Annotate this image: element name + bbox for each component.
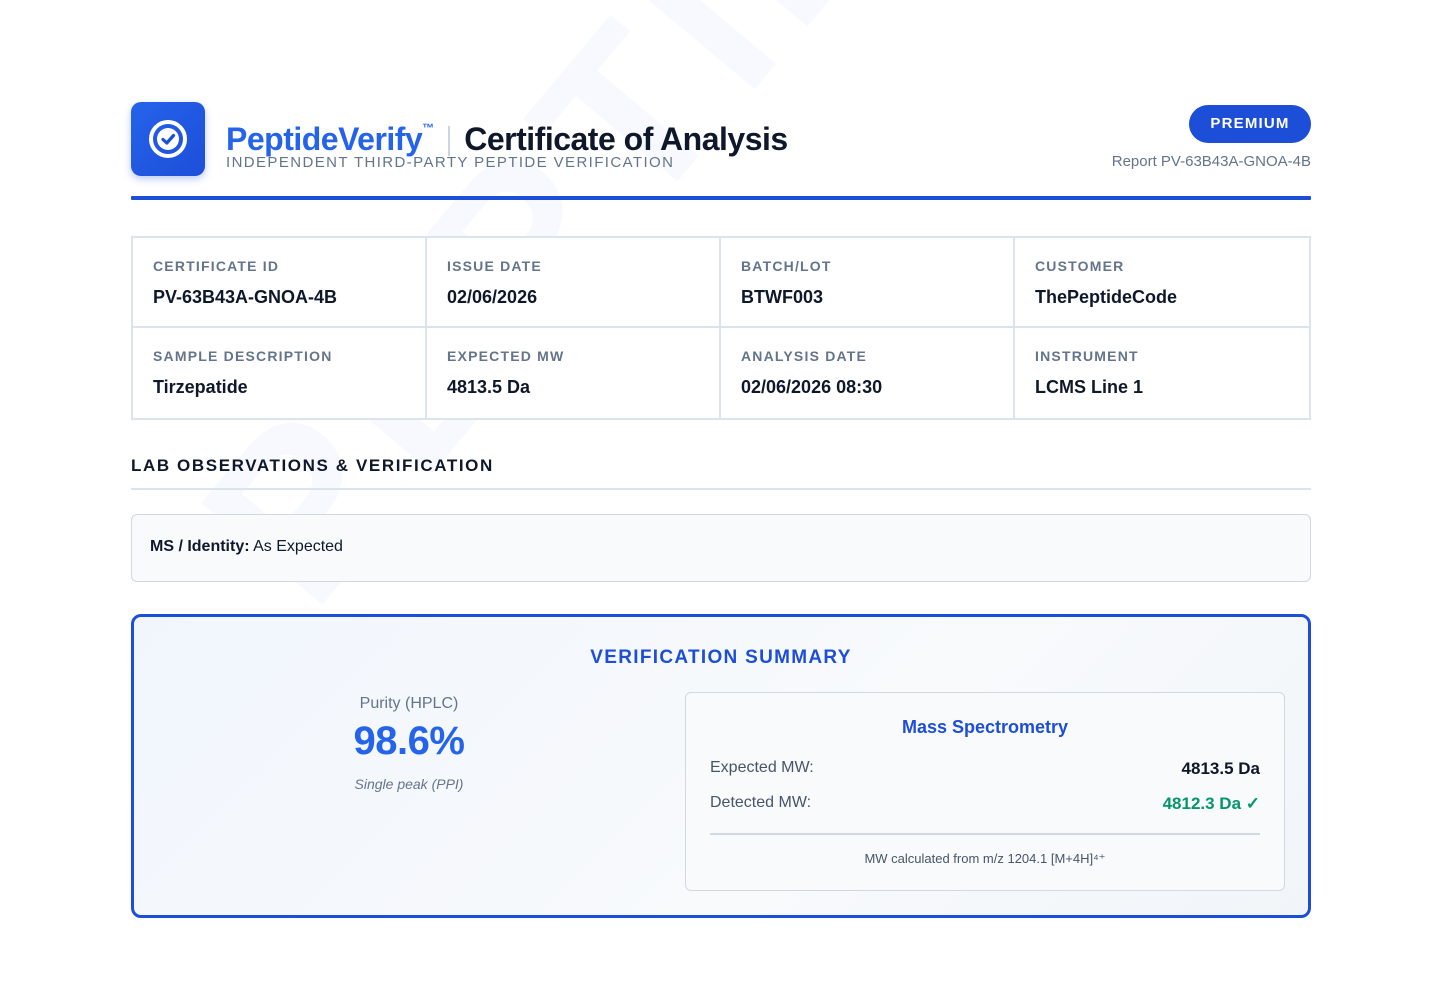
detected-mw-label: Detected MW:: [710, 794, 812, 811]
purity-label: Purity (HPLC): [359, 695, 459, 712]
expected-mw-label: Expected MW:: [710, 759, 814, 776]
report-id: Report PV-63B43A-GNOA-4B: [1111, 153, 1311, 170]
summary-title: VERIFICATION SUMMARY: [590, 647, 852, 668]
tagline: INDEPENDENT THIRD-PARTY PEPTIDE VERIFICA…: [226, 154, 675, 171]
brand-line: PeptideVerify™ Certificate of Analysis: [226, 108, 788, 157]
info-cell-customer: CUSTOMER ThePeptideCode: [1015, 238, 1309, 328]
section-divider: [131, 488, 1311, 490]
info-cell-instrument: INSTRUMENT LCMS Line 1: [1015, 328, 1309, 418]
info-value: LCMS Line 1: [1035, 377, 1144, 397]
info-value: Tirzepatide: [153, 377, 248, 397]
mass-spectrometry-card: Mass Spectrometry Expected MW: 4813.5 Da…: [685, 692, 1285, 891]
purity-value: 98.6%: [353, 719, 465, 763]
trademark-symbol: ™: [422, 121, 435, 135]
info-value: PV-63B43A-GNOA-4B: [153, 287, 338, 307]
certificate-info-grid: CERTIFICATE ID PV-63B43A-GNOA-4B ISSUE D…: [131, 236, 1311, 420]
logo: [131, 102, 205, 176]
info-label: INSTRUMENT: [1035, 348, 1139, 364]
section-title: LAB OBSERVATIONS & VERIFICATION: [131, 456, 494, 475]
info-label: SAMPLE DESCRIPTION: [153, 348, 333, 364]
title-separator: [448, 126, 451, 156]
detected-mw-row: Detected MW: 4812.3 Da ✓: [710, 794, 1260, 816]
detected-mw-value: 4812.3 Da ✓: [1162, 794, 1260, 813]
info-value: 4813.5 Da: [447, 377, 531, 397]
purity-note: Single peak (PPI): [354, 776, 464, 792]
info-label: CUSTOMER: [1035, 258, 1125, 274]
info-label: ISSUE DATE: [447, 258, 542, 274]
expected-mw-value: 4813.5 Da: [1181, 759, 1260, 778]
info-value: 02/06/2026: [447, 287, 538, 307]
header: PeptideVerify™ Certificate of Analysis IN…: [131, 102, 1311, 182]
info-value: BTWF003: [741, 287, 824, 307]
observation-box: MS / Identity: As Expected: [131, 514, 1311, 582]
verified-check-icon: [149, 120, 187, 158]
info-label: EXPECTED MW: [447, 348, 565, 364]
header-divider: [131, 196, 1311, 200]
page-title: Certificate of Analysis: [464, 121, 788, 157]
expected-mw-row: Expected MW: 4813.5 Da: [710, 759, 1260, 781]
info-cell-analysis-date: ANALYSIS DATE 02/06/2026 08:30: [721, 328, 1015, 418]
info-value: ThePeptideCode: [1035, 287, 1178, 307]
info-cell-certificate-id: CERTIFICATE ID PV-63B43A-GNOA-4B: [133, 238, 427, 328]
purity-panel: Purity (HPLC) 98.6% Single peak (PPI): [134, 695, 684, 792]
mass-spec-note: MW calculated from m/z 1204.1 [M+4H]⁴⁺: [864, 851, 1106, 866]
info-cell-expected-mw: EXPECTED MW 4813.5 Da: [427, 328, 721, 418]
info-cell-sample-description: SAMPLE DESCRIPTION Tirzepatide: [133, 328, 427, 418]
info-cell-issue-date: ISSUE DATE 02/06/2026: [427, 238, 721, 328]
mass-spec-title: Mass Spectrometry: [901, 717, 1069, 737]
verification-summary: VERIFICATION SUMMARY Purity (HPLC) 98.6%…: [131, 614, 1311, 918]
info-label: ANALYSIS DATE: [741, 348, 868, 364]
info-label: BATCH/LOT: [741, 258, 832, 274]
brand-name: PeptideVerify: [226, 121, 423, 157]
observation-value: As Expected: [249, 538, 343, 555]
premium-badge: PREMIUM: [1189, 105, 1311, 143]
observation-label: MS / Identity:: [150, 538, 250, 555]
info-value: 02/06/2026 08:30: [741, 377, 883, 397]
info-label: CERTIFICATE ID: [153, 258, 280, 274]
mass-spec-divider: [710, 833, 1260, 835]
info-cell-batch-lot: BATCH/LOT BTWF003: [721, 238, 1015, 328]
